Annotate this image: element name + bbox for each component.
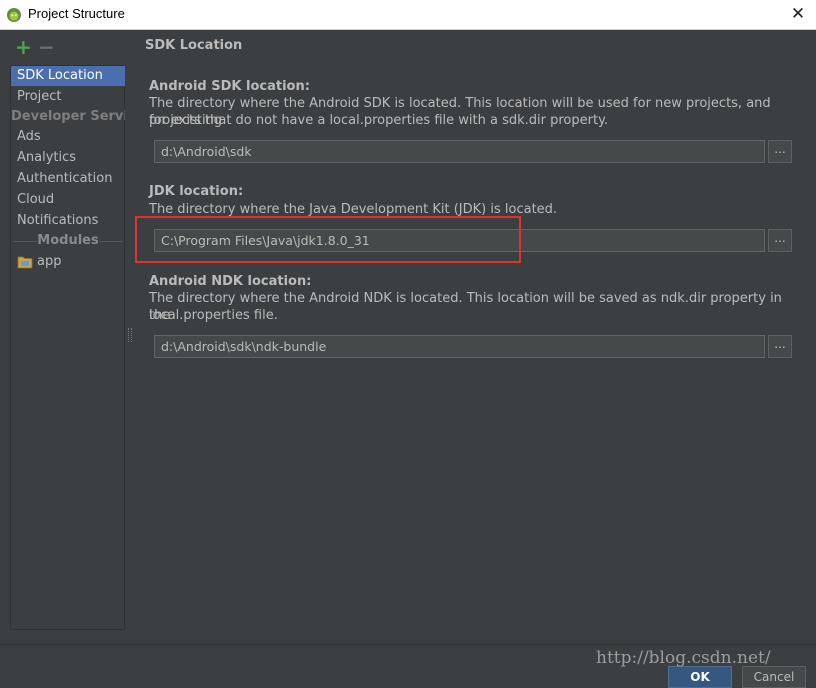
jdk-label: JDK location: bbox=[149, 184, 244, 199]
sidebar-group-developer-services: Developer Services bbox=[11, 109, 125, 124]
sidebar-item-authentication[interactable]: Authentication bbox=[11, 169, 125, 189]
android-ndk-path-field[interactable]: d:\Android\sdk\ndk-bundle bbox=[154, 335, 765, 358]
sidebar-item-app[interactable]: app bbox=[11, 252, 125, 272]
jdk-browse-button[interactable]: ... bbox=[768, 229, 792, 252]
minus-icon[interactable]: − bbox=[38, 35, 55, 59]
ok-button[interactable]: OK bbox=[668, 666, 732, 688]
sidebar-toolbar: + − bbox=[10, 35, 126, 59]
plus-icon[interactable]: + bbox=[15, 35, 32, 59]
settings-nav: SDK Location Project Developer Services … bbox=[10, 65, 125, 630]
sidebar-item-sdk-location[interactable]: SDK Location bbox=[11, 66, 125, 86]
android-sdk-browse-button[interactable]: ... bbox=[768, 140, 792, 163]
sidebar-item-ads[interactable]: Ads bbox=[11, 127, 125, 147]
android-sdk-label: Android SDK location: bbox=[149, 79, 310, 94]
sidebar-item-notifications[interactable]: Notifications bbox=[11, 211, 125, 231]
sidebar-item-cloud[interactable]: Cloud bbox=[11, 190, 125, 210]
close-icon[interactable]: ✕ bbox=[788, 3, 808, 25]
module-label: app bbox=[37, 254, 62, 269]
watermark: http://blog.csdn.net/ bbox=[596, 648, 771, 668]
splitter-handle[interactable] bbox=[128, 328, 132, 342]
sidebar-item-project[interactable]: Project bbox=[11, 87, 125, 107]
cancel-button[interactable]: Cancel bbox=[742, 666, 806, 688]
page-title: SDK Location bbox=[145, 38, 243, 53]
sdk-location-panel: SDK Location Android SDK location: The d… bbox=[134, 30, 816, 644]
android-ndk-description-line2: local.properties file. bbox=[149, 308, 278, 323]
left-panel: + − SDK Location Project Developer Servi… bbox=[0, 30, 126, 662]
title-bar: Project Structure ✕ bbox=[0, 0, 816, 30]
module-folder-icon bbox=[17, 256, 33, 269]
android-sdk-description-line2: projects that do not have a local.proper… bbox=[149, 113, 609, 128]
window-title: Project Structure bbox=[28, 6, 125, 21]
android-sdk-path-field[interactable]: d:\Android\sdk bbox=[154, 140, 765, 163]
android-studio-icon bbox=[7, 8, 21, 22]
sidebar-item-analytics[interactable]: Analytics bbox=[11, 148, 125, 168]
highlight-box bbox=[135, 216, 521, 263]
android-ndk-label: Android NDK location: bbox=[149, 274, 312, 289]
modules-header: Modules bbox=[11, 231, 125, 251]
android-ndk-browse-button[interactable]: ... bbox=[768, 335, 792, 358]
